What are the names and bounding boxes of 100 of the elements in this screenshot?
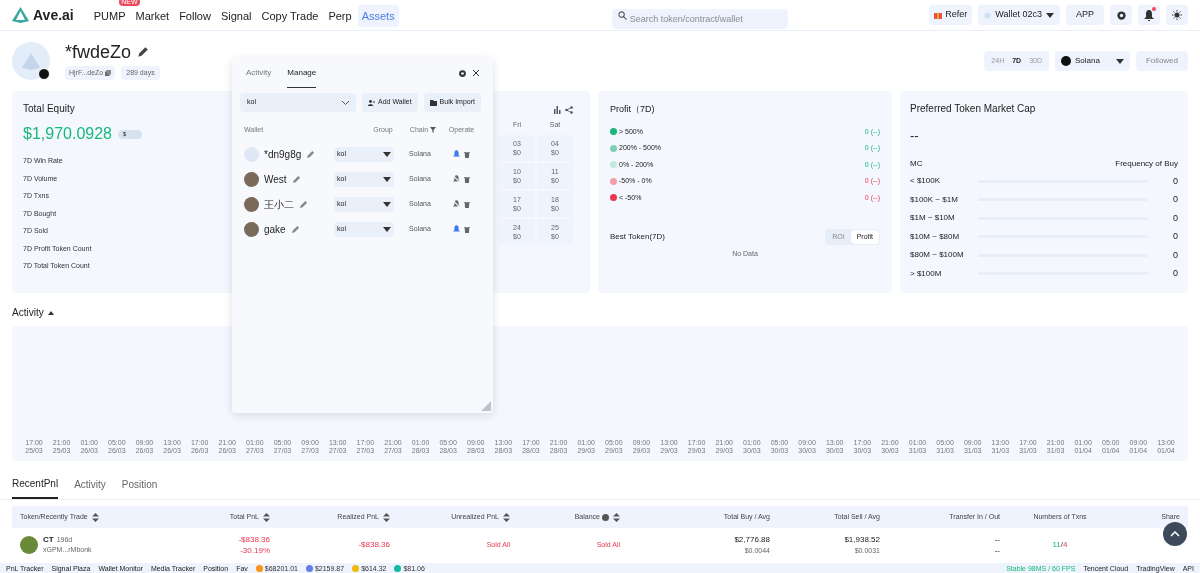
- close-icon[interactable]: [473, 70, 479, 76]
- chain-select[interactable]: Solana: [1055, 51, 1130, 71]
- sort-icon[interactable]: [383, 512, 390, 522]
- sort-icon[interactable]: [263, 512, 270, 522]
- share-icon[interactable]: [565, 106, 573, 114]
- gift-icon: [934, 11, 943, 19]
- search-icon: [617, 11, 627, 20]
- realized-pnl: -$838.36: [358, 539, 390, 551]
- settings-button[interactable]: [1110, 5, 1132, 25]
- total-pnl-percent: -30.19%: [240, 545, 270, 556]
- txns-separator: /: [1060, 539, 1064, 551]
- wallet-avatar: [244, 196, 259, 212]
- column-header: MC: [910, 157, 923, 170]
- nav-tab[interactable]: PUMP: [89, 5, 130, 28]
- nav-tab[interactable]: Market: [131, 5, 174, 28]
- frequency-count: 0: [1173, 230, 1178, 243]
- token-avatar: [20, 536, 38, 554]
- wallet-name: gake: [264, 222, 286, 237]
- sort-icon[interactable]: [503, 512, 510, 522]
- section-tab[interactable]: Activity: [74, 476, 106, 499]
- resize-handle-icon[interactable]: [481, 401, 491, 411]
- range-label: $1M ~ $10M: [910, 212, 956, 225]
- logo-icon[interactable]: [12, 7, 29, 23]
- caret-icon: [383, 201, 391, 207]
- bell-off-icon[interactable]: [453, 200, 460, 208]
- user-plus-icon: [368, 99, 375, 106]
- wallet-avatar: [244, 221, 259, 237]
- market-cap-value: --: [910, 127, 920, 145]
- nav-tab[interactable]: Copy Trade: [257, 5, 323, 28]
- trash-icon[interactable]: [464, 175, 470, 183]
- caret-icon[interactable]: [47, 310, 54, 315]
- filter-icon[interactable]: [430, 127, 437, 134]
- wallet-name: *fwdeZo: [65, 42, 132, 62]
- frequency-count: 0: [1173, 267, 1178, 280]
- frequency-count: 0: [1173, 248, 1178, 262]
- caret-icon: [1116, 58, 1124, 64]
- wallet-name: 王小二: [264, 197, 294, 212]
- caret-icon: [1046, 12, 1054, 18]
- token-symbol: CT: [43, 535, 54, 545]
- nav-tab[interactable]: Assets: [357, 5, 399, 28]
- sort-icon[interactable]: [613, 512, 620, 522]
- frequency-count: 0: [1173, 193, 1178, 206]
- wallet-avatar: [244, 171, 259, 187]
- edit-icon[interactable]: [137, 46, 150, 58]
- trash-icon[interactable]: [464, 225, 470, 233]
- sort-icon[interactable]: [91, 512, 99, 522]
- trash-icon[interactable]: [464, 200, 470, 208]
- bell-icon[interactable]: [453, 225, 460, 233]
- frequency-count: 0: [1173, 211, 1178, 225]
- search-field[interactable]: Search token/contract/wallet: [611, 9, 788, 29]
- wallet-name: *dn9g8g: [264, 147, 302, 162]
- solana-icon: [1061, 56, 1071, 66]
- refer-button[interactable]: Refer: [929, 5, 973, 25]
- popup-tab[interactable]: Manage: [287, 58, 317, 88]
- logo-text[interactable]: Ave.ai: [33, 4, 74, 26]
- chevron-up-icon: [1170, 531, 1180, 537]
- bell-off-icon[interactable]: [453, 175, 460, 183]
- nav-tab[interactable]: Signal: [216, 5, 256, 28]
- bell-icon[interactable]: [453, 150, 460, 158]
- total-sell: $1,938.52: [844, 534, 880, 545]
- scroll-top-button[interactable]: [1163, 522, 1187, 546]
- wallet-avatar: [244, 146, 259, 162]
- section-tab[interactable]: RecentPnl: [12, 476, 59, 499]
- popup-tab[interactable]: Activity: [246, 58, 272, 88]
- logo-icon: [22, 52, 40, 70]
- transfer-in: --: [994, 534, 1000, 545]
- nav-tab[interactable]: Perp: [324, 5, 356, 28]
- section-title: Activity: [12, 306, 44, 320]
- txns-sell: 4: [1063, 539, 1068, 551]
- section-tab[interactable]: Position: [121, 476, 158, 499]
- card-title: Preferred Token Market Cap: [910, 102, 1037, 116]
- caret-icon: [383, 226, 391, 232]
- wallet-status-icon: [984, 11, 992, 19]
- range-label: $80M ~ $100M: [910, 249, 965, 262]
- frequency-count: 0: [1173, 174, 1178, 188]
- card-title: Profit（7D): [610, 103, 656, 116]
- bell-icon: [1144, 9, 1154, 21]
- theme-button[interactable]: [1166, 5, 1188, 25]
- nav-tab[interactable]: Follow: [175, 5, 215, 28]
- chart-icon[interactable]: [553, 106, 561, 114]
- folder-icon: [429, 99, 437, 106]
- app-button[interactable]: APP: [1066, 5, 1104, 25]
- range-label: $100K ~ $1M: [910, 193, 959, 206]
- total-pnl: -$838.36: [238, 534, 270, 545]
- txns-buy: 11: [1052, 539, 1061, 551]
- card-title: Best Token(7D): [610, 231, 665, 243]
- range-label: $10M ~ $80M: [910, 230, 961, 243]
- copy-icon[interactable]: [105, 70, 112, 76]
- notification-button[interactable]: [1138, 5, 1160, 25]
- equity-value: $1,970.0928: [23, 124, 112, 144]
- range-label: > $100M: [910, 267, 943, 280]
- chain-badge-icon: [38, 68, 50, 80]
- caret-icon: [383, 151, 391, 157]
- wallet-button[interactable]: Wallet 02c3: [978, 5, 1060, 25]
- total-buy: $2,776.88: [734, 534, 770, 545]
- range-label: < $100K: [910, 175, 942, 188]
- column-header: Frequency of Buy: [1115, 157, 1178, 170]
- caret-icon: [383, 176, 391, 182]
- chevron-down-icon: [342, 100, 349, 105]
- trash-icon[interactable]: [464, 150, 470, 158]
